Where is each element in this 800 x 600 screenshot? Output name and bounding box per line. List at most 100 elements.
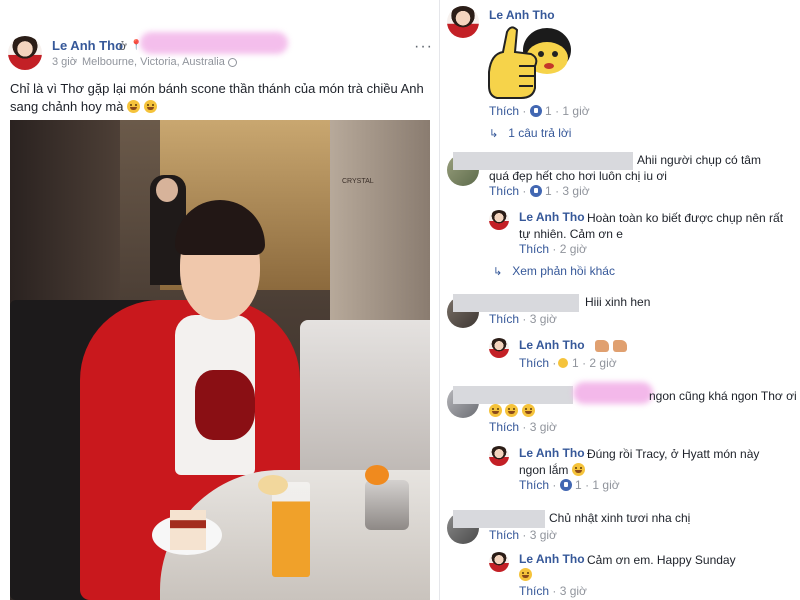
more-replies-label: Xem phản hồi khác: [512, 264, 615, 278]
reply-time[interactable]: 1 giờ: [592, 478, 619, 492]
reply-actions: Thích · 1 · 2 giờ: [519, 356, 617, 370]
comment-actions: Thích · 3 giờ: [489, 420, 557, 434]
photo-cake: [170, 510, 206, 550]
photo-scone: [258, 475, 288, 495]
photo-teapot: [365, 480, 409, 530]
like-button[interactable]: Thích: [519, 242, 549, 256]
replies-label: 1 câu trả lời: [508, 126, 572, 140]
thumbs-up-emoji-icon: [591, 339, 627, 353]
separator-dot: ·: [552, 242, 557, 256]
like-button[interactable]: Thích: [519, 356, 549, 370]
laughing-emoji-icon: [127, 100, 141, 113]
like-button[interactable]: Thích: [519, 584, 549, 598]
author-avatar[interactable]: [8, 36, 42, 70]
comment-actions: Thích · 1 · 1 giờ: [489, 104, 590, 118]
reply-avatar[interactable]: [489, 210, 509, 230]
separator-dot: ·: [522, 312, 527, 326]
reply-text: Hoàn toàn ko biết được chụp nên rất tự n…: [519, 211, 784, 241]
reply-time[interactable]: 2 giờ: [560, 242, 587, 256]
reply-actions: Thích · 3 giờ: [519, 584, 587, 598]
comment-time[interactable]: 3 giờ: [530, 528, 557, 542]
post-body: Chỉ là vì Thơ gặp lại món bánh scone thầ…: [10, 81, 424, 114]
reply-avatar[interactable]: [489, 338, 509, 358]
blurred-place: [140, 32, 288, 54]
separator-dot: ·: [522, 104, 527, 118]
comment-text: ngon cũng khá ngon Thơ ơi: [649, 389, 797, 403]
like-button[interactable]: Thích: [489, 104, 519, 118]
comment-actions: Thích · 3 giờ: [489, 312, 557, 326]
globe-icon[interactable]: [228, 58, 237, 67]
photo-sequin: [195, 370, 255, 440]
blurred-text: [573, 382, 653, 404]
reply-arrow-icon: ↳: [489, 128, 499, 140]
author-name[interactable]: Le Anh Tho: [52, 38, 123, 53]
comment-actions: Thích · 3 giờ: [489, 528, 557, 542]
view-replies-link[interactable]: ↳ 1 câu trả lời: [489, 126, 571, 140]
comment-time[interactable]: 3 giờ: [530, 420, 557, 434]
comment-text: Hiii xinh hen: [585, 295, 651, 309]
thumbs-up-sticker-icon: [488, 26, 571, 99]
haha-reaction-icon: [556, 357, 569, 369]
blurred-name: [453, 294, 579, 312]
separator-dot: ·: [522, 184, 527, 198]
separator-dot: ·: [74, 56, 78, 68]
reply-avatar[interactable]: [489, 552, 509, 572]
post-card: Le Anh Tho ở 📍 3 giờ · Melbourne, Victor…: [0, 0, 440, 600]
like-button[interactable]: Thích: [489, 528, 519, 542]
separator-dot: ·: [522, 420, 527, 434]
like-reaction-icon: [529, 185, 542, 197]
like-button[interactable]: Thích: [489, 420, 519, 434]
separator-dot: ·: [522, 528, 527, 542]
smile-emoji-icon: [571, 463, 585, 476]
reaction-count[interactable]: 1: [572, 356, 579, 370]
reaction-count[interactable]: 1: [545, 104, 552, 118]
separator-dot: ·: [555, 104, 560, 118]
more-replies-link[interactable]: ↳ Xem phản hồi khác: [493, 264, 615, 278]
comment-time[interactable]: 3 giờ: [530, 312, 557, 326]
reply-arrow-icon: ↳: [493, 266, 503, 278]
like-button[interactable]: Thích: [489, 312, 519, 326]
separator-dot: ·: [555, 184, 560, 198]
photo-orange: [365, 465, 389, 485]
reply-time[interactable]: 3 giờ: [560, 584, 587, 598]
photo-armchair: [300, 320, 430, 480]
comment-text: Ahii người chụp có tâm: [637, 153, 761, 167]
smile-emoji-icon: [489, 404, 535, 418]
commenter-avatar[interactable]: [447, 6, 479, 38]
post-location[interactable]: Melbourne, Victoria, Australia: [82, 56, 225, 68]
photo-juice-glass: [272, 482, 310, 577]
comment-time[interactable]: 3 giờ: [562, 184, 589, 198]
separator-dot: ·: [552, 356, 557, 370]
reaction-count[interactable]: 1: [575, 478, 582, 492]
more-options-icon[interactable]: ···: [414, 38, 433, 56]
reply-body: Đúng rồi Tracy, ở Hyatt món này ngon lắm: [519, 447, 760, 477]
reply-time[interactable]: 2 giờ: [589, 356, 616, 370]
photo-staff-head: [156, 178, 178, 202]
reply-avatar[interactable]: [489, 446, 509, 466]
separator-dot: ·: [582, 356, 587, 370]
like-reaction-icon: [559, 479, 572, 491]
reply-author[interactable]: Le Anh Tho: [519, 552, 585, 566]
reply-text: Đúng rồi Tracy, ở Hyatt món này ngon lắm: [519, 446, 789, 478]
reply-actions: Thích · 2 giờ: [519, 242, 587, 256]
reply-actions: Thích · 1 · 1 giờ: [519, 478, 620, 492]
photo-sign: CRYSTAL: [342, 178, 374, 185]
comment-author[interactable]: Le Anh Tho: [489, 8, 555, 22]
like-button[interactable]: Thích: [489, 184, 519, 198]
reaction-count[interactable]: 1: [545, 184, 552, 198]
separator-dot: ·: [552, 478, 557, 492]
comment-text: Chủ nhật xinh tươi nha chị: [549, 511, 691, 525]
blurred-name: [453, 386, 573, 404]
like-button[interactable]: Thích: [519, 478, 549, 492]
reply-text: Cảm ơn em. Happy Sunday: [587, 553, 736, 567]
post-text: Chỉ là vì Thơ gặp lại món bánh scone thầ…: [10, 80, 430, 116]
reply-author[interactable]: Le Anh Tho: [519, 338, 585, 352]
like-reaction-icon: [529, 105, 542, 117]
separator-dot: ·: [585, 478, 590, 492]
separator-dot: ·: [552, 584, 557, 598]
comment-time[interactable]: 1 giờ: [562, 104, 589, 118]
heart-eyes-emoji-icon: [519, 568, 532, 582]
post-photo[interactable]: CRYSTAL: [10, 120, 430, 600]
comments-panel: Le Anh Tho Thích · 1 · 1 giờ ↳ 1 câu trả …: [441, 0, 800, 600]
comment-text: quá đẹp hết cho hơi luôn chị iu ơi: [489, 169, 667, 183]
